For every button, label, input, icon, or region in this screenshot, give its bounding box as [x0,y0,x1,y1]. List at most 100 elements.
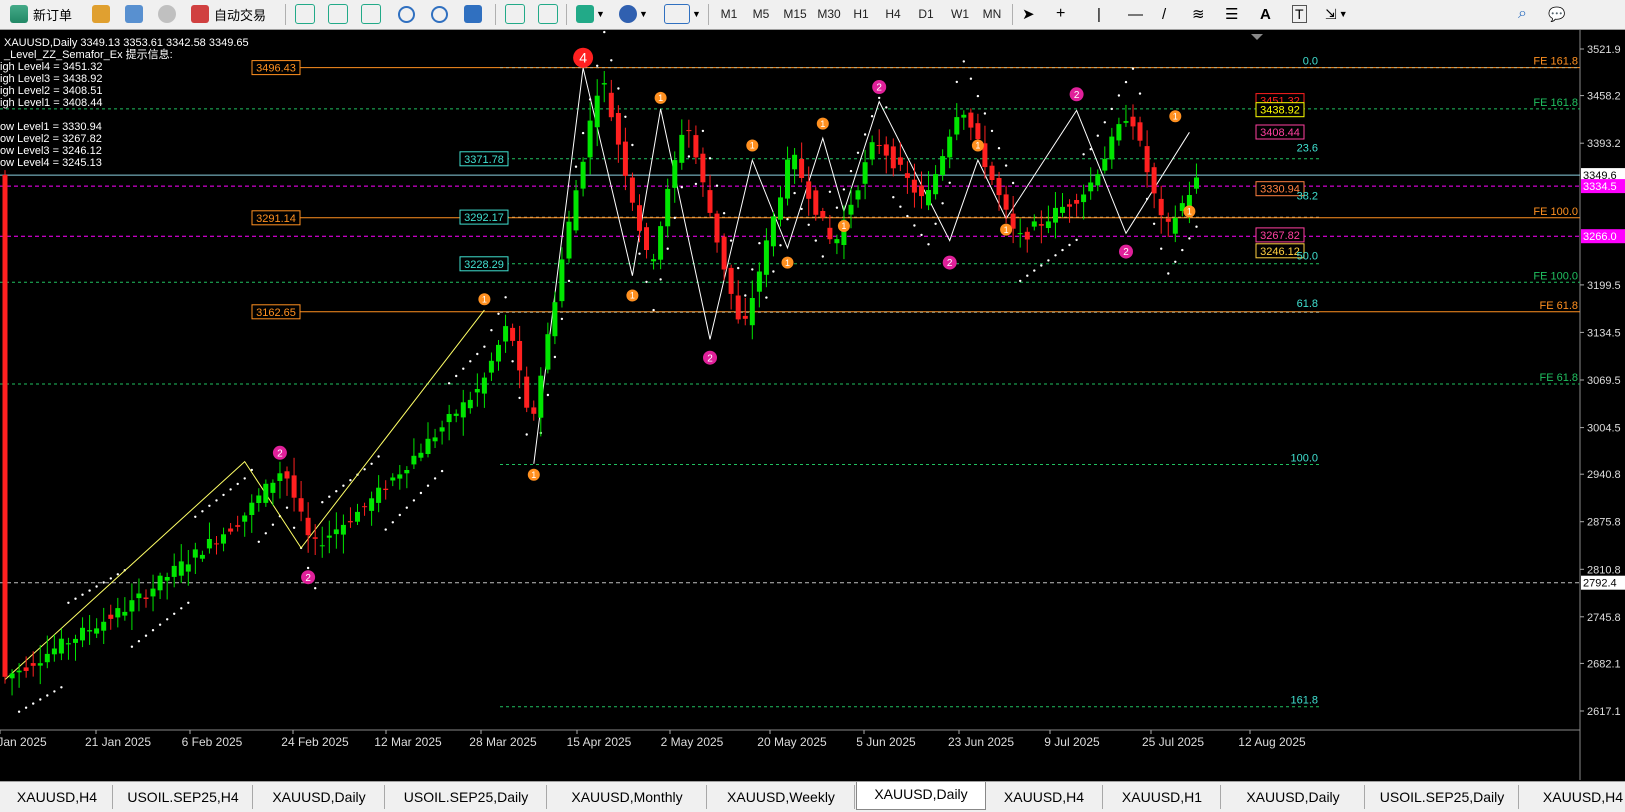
symbol-info: XAUUSD,Daily 3349.13 3353.61 3342.58 334… [4,37,249,49]
x-tick-label: 25 Jul 2025 [1142,735,1204,749]
sar-dot [645,280,648,284]
sar-dot [285,506,289,509]
candle-body [531,407,537,414]
price-chart[interactable]: 4 2 2 1 1 1 1 2 1 1 1 1 2 2 1 1 2 2 1 1 3496.43 3291.14 3162.… [0,30,1625,780]
line-chart-button[interactable] [361,3,381,25]
zoom-out-button[interactable] [431,3,448,25]
candle-body [904,173,910,178]
timeframe-h4[interactable]: H4 [879,5,907,23]
candle-body [848,204,854,215]
new-order-button[interactable]: 新订单 [10,3,72,25]
horizontal-line-button[interactable]: — [1128,3,1143,25]
chart-tab[interactable]: XAUUSD,H4 [2,785,113,809]
candle-body [933,174,939,195]
chart-tab[interactable]: USOIL.SEP25,Daily [1366,785,1519,809]
chart-tab[interactable]: XAUUSD,H4 [986,785,1103,809]
timeframe-m1[interactable]: M1 [715,5,743,23]
sar-dot [236,482,239,486]
sar-dot [1167,272,1170,275]
sar-dot [715,184,719,187]
sar-dot [1011,181,1015,185]
chart-shift-button[interactable] [538,3,558,25]
chart-tab[interactable]: XAUUSD,H1 [1104,785,1221,809]
candle-body [763,240,769,275]
chart-tab[interactable]: XAUUSD,Daily [856,782,986,810]
sar-dot [885,106,888,109]
crosshair-tool-button[interactable]: + [1056,3,1065,25]
y-tick-label: 3521.9 [1587,44,1621,56]
sar-dot [222,493,225,497]
periods-button[interactable]: ▼ [619,3,648,25]
fibo-fan-button[interactable]: ≋ [1192,3,1205,25]
chart-tab[interactable]: USOIL.SEP25,Daily [386,785,547,809]
fib-level-label: 61.8 [1297,298,1318,310]
chart-tab[interactable]: XAUUSD,Daily [1222,785,1365,809]
y-tick-label: 3393.2 [1587,138,1621,150]
candle-body [178,561,184,576]
sar-dot [1061,248,1064,252]
candle-body [164,577,170,581]
candle-body [270,482,276,493]
auto-scroll-button[interactable] [505,3,525,25]
fe-level-label: FE 161.8 [1533,97,1578,109]
chart-tab[interactable]: USOIL.SEP25,H4 [114,785,253,809]
metaeditor-button[interactable] [92,3,110,25]
vertical-line-button[interactable]: | [1097,3,1101,25]
sar-dot [511,360,514,363]
templates-button[interactable]: ▼ [664,3,701,25]
candle-chart-button[interactable] [328,3,348,25]
timeframe-m30[interactable]: M30 [813,5,845,23]
chart-tab[interactable]: XAUUSD,Monthly [548,785,707,809]
timeframe-h1[interactable]: H1 [847,5,875,23]
sar-dot [856,151,860,154]
chart-tab[interactable]: XAUUSD,H4 [1520,785,1625,809]
timeframe-d1[interactable]: D1 [912,5,940,23]
sar-dot [617,87,620,90]
bar-chart-button[interactable] [295,3,315,25]
candle-body [1053,207,1058,223]
text-tool-button[interactable]: A [1260,3,1271,25]
search-icon: ⌕ [1518,5,1527,22]
fibo-retracement-button[interactable]: ☰ [1225,3,1238,25]
sar-dot [708,157,712,160]
metaeditor-icon [92,5,110,23]
indicators-button[interactable]: ▼ [576,3,605,25]
chart-tab[interactable]: XAUUSD,Daily [254,785,385,809]
new-order-icon [10,5,28,23]
timeframe-mn[interactable]: MN [978,5,1006,23]
candle-body [566,221,572,259]
candle-body [637,205,642,231]
tile-windows-button[interactable] [464,3,482,25]
chart-tab[interactable]: XAUUSD,Weekly [708,785,855,809]
candle-body [890,146,896,169]
search-button[interactable]: ⌕ [1518,3,1527,25]
chat-button[interactable]: 💬 [1548,3,1565,25]
auto-trade-button[interactable]: 自动交易 [191,3,266,25]
sar-dot [765,296,768,299]
candle-body [256,495,262,503]
sar-dot [229,488,232,491]
cursor-tool-button[interactable]: ➤ [1022,3,1035,25]
sar-dot [969,77,973,80]
x-tick-label: 5 Jun 2025 [856,735,916,749]
fe-level-label: FE 61.8 [1539,372,1578,384]
price-marker-white: 2792.4 [1583,578,1617,590]
data-window-button[interactable] [125,3,143,25]
candle-body [672,160,678,188]
cursor-icon: ➤ [1022,6,1035,23]
candle-body [968,112,974,128]
semafor-label: 1 [1004,225,1009,235]
trendline-button[interactable]: / [1162,3,1166,25]
text-label-button[interactable]: T [1292,3,1307,25]
semafor-label: 1 [1173,112,1178,122]
arrows-button[interactable]: ⇲ ▼ [1325,3,1348,25]
market-watch-button[interactable] [158,3,176,25]
zoom-in-button[interactable] [398,3,415,25]
sar-dot [878,96,881,100]
timeframe-m5[interactable]: M5 [747,5,775,23]
candle-body [1074,200,1080,204]
timeframe-m15[interactable]: M15 [779,5,811,23]
timeframe-w1[interactable]: W1 [946,5,974,23]
candle-body [221,534,226,544]
sar-dot [391,521,394,524]
